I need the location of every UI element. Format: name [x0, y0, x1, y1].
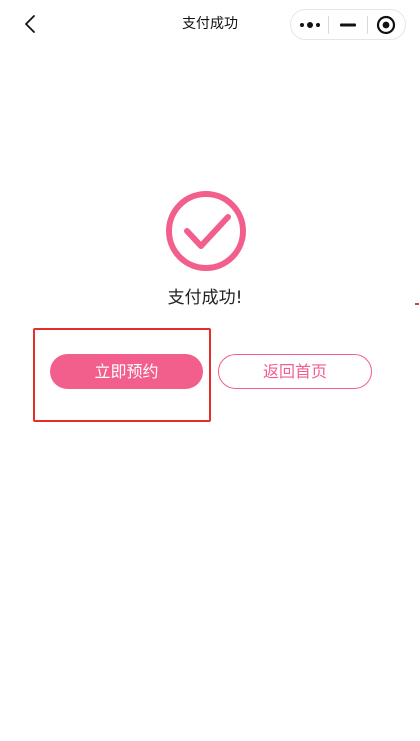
- more-button[interactable]: [291, 10, 328, 39]
- target-close-icon: [377, 15, 396, 34]
- success-message: 支付成功!: [167, 288, 243, 308]
- minimize-icon: [339, 23, 356, 26]
- annotation-mark: [415, 303, 419, 305]
- mini-program-capsule: [290, 9, 406, 40]
- back-home-button[interactable]: 返回首页: [218, 354, 372, 389]
- page-title: 支付成功: [182, 16, 238, 32]
- nav-bar: 支付成功: [0, 0, 420, 48]
- check-circle-icon: [166, 191, 246, 271]
- chevron-left-icon: [25, 15, 35, 33]
- back-button[interactable]: [12, 8, 48, 40]
- minimize-button[interactable]: [329, 10, 366, 39]
- close-mini-program-button[interactable]: [368, 10, 405, 39]
- book-now-button[interactable]: 立即预约: [50, 354, 203, 389]
- more-dots-icon: [299, 21, 320, 28]
